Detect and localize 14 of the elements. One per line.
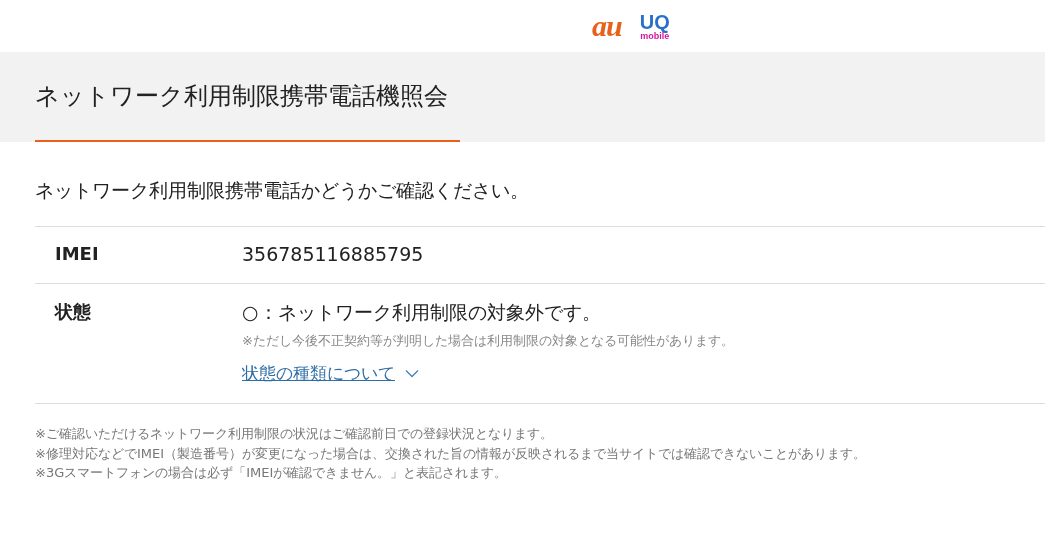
note-text: ※3Gスマートフォンの場合は必ず「IMEIが確認できません。」と表記されます。: [35, 464, 509, 482]
row-value: ○：ネットワーク利用制限の対象外です。: [242, 300, 602, 325]
row-label: IMEI: [54, 243, 100, 265]
note-text: ※修理対応などでIMEI（製造番号）が変更になった場合は、交換された旨の情報が反映されるまで当サイトでは確認できないことがあります。: [35, 444, 867, 463]
row-label: 状態: [53, 300, 92, 324]
au-logo: au: [592, 11, 622, 41]
chevron-icon: [405, 369, 419, 378]
page-title: ネットワーク利用制限携帯電話機照会: [35, 80, 460, 142]
uq-logo: UQ mobile: [639, 11, 670, 41]
note-text: ※ただし今後不正契約等が判明した場合は利用制限の対象となる可能性があります。: [242, 332, 734, 350]
row-value: 356785116885795: [242, 243, 424, 265]
status-types-link[interactable]: 状態の種類について: [242, 362, 419, 385]
note-text: ※ご確認いただけるネットワーク利用制限の状況はご確認前日での登録状況となります。: [35, 425, 554, 443]
intro-text: ネットワーク利用制限携帯電話かどうかご確認ください。: [35, 178, 530, 203]
